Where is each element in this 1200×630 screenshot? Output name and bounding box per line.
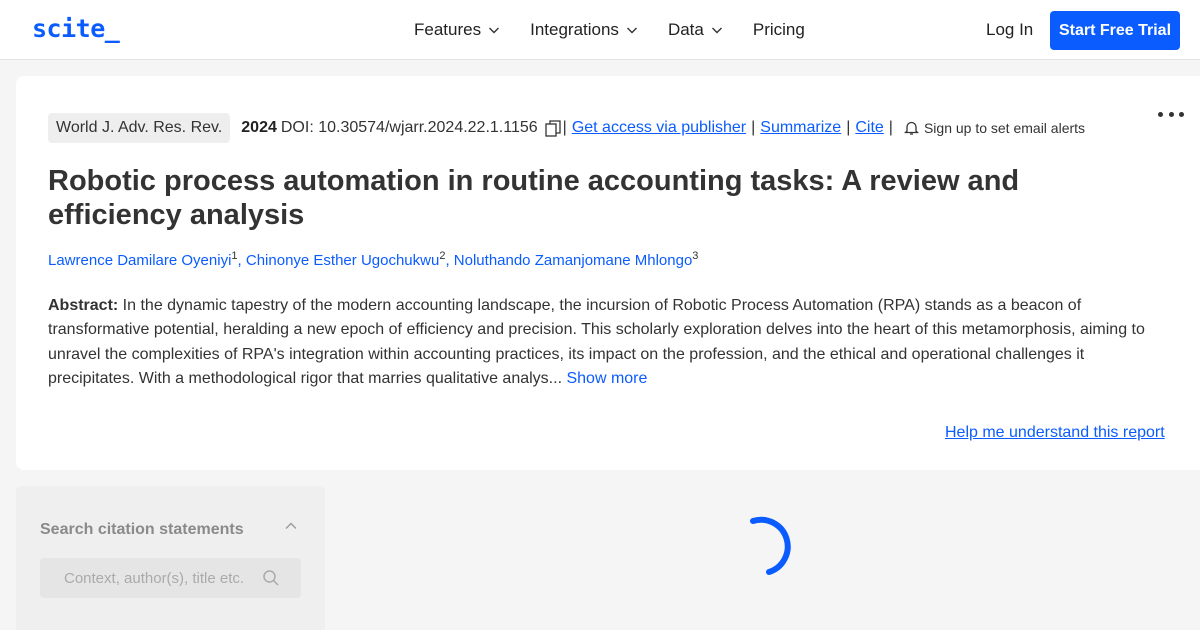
nav-item-label: Data bbox=[667, 20, 704, 39]
citation-search-box bbox=[40, 558, 301, 598]
separator: | bbox=[562, 119, 567, 136]
panel-title: Search citation statements bbox=[40, 521, 244, 538]
get-access-link[interactable]: Get access via publisher bbox=[572, 119, 746, 137]
separator: | bbox=[888, 119, 893, 136]
affiliation-number: 3 bbox=[692, 250, 699, 262]
doi-text: DOI: 10.30574/wjarr.2024.22.1.1156 bbox=[280, 119, 538, 136]
chevron-down-icon bbox=[626, 27, 637, 34]
main-menu: Features Integrations Data Pricing bbox=[414, 0, 835, 60]
chevron-up-icon[interactable] bbox=[284, 520, 298, 532]
nav-item-features[interactable]: Features bbox=[414, 20, 500, 40]
start-free-trial-button[interactable]: Start Free Trial bbox=[1050, 11, 1180, 50]
chevron-down-icon bbox=[489, 27, 500, 34]
separator: | bbox=[751, 119, 756, 136]
more-options-icon[interactable] bbox=[1158, 112, 1184, 118]
nav-item-label: Features bbox=[414, 20, 482, 39]
login-link[interactable]: Log In bbox=[986, 20, 1033, 40]
journal-badge: World J. Adv. Res. Rev. bbox=[48, 113, 231, 143]
author-link[interactable]: Lawrence Damilare Oyeniyi bbox=[48, 252, 231, 269]
author-separator: , bbox=[237, 252, 246, 269]
author-list: Lawrence Damilare Oyeniyi1, Chinonye Est… bbox=[48, 250, 698, 269]
article-meta: World J. Adv. Res. Rev. 2024 DOI: 10.305… bbox=[48, 113, 1085, 143]
loading-spinner-icon bbox=[750, 516, 791, 575]
publication-year: 2024 bbox=[241, 119, 277, 136]
email-alerts-link[interactable]: Sign up to set email alerts bbox=[924, 120, 1085, 136]
nav-item-label: Pricing bbox=[752, 20, 805, 39]
citation-search-panel: Search citation statements bbox=[16, 486, 325, 630]
nav-item-label: Integrations bbox=[530, 20, 619, 39]
article-card: World J. Adv. Res. Rev. 2024 DOI: 10.305… bbox=[16, 76, 1200, 470]
nav-item-pricing[interactable]: Pricing bbox=[753, 20, 805, 40]
scite-logo[interactable]: scite_ bbox=[32, 14, 120, 43]
article-title: Robotic process automation in routine ac… bbox=[48, 165, 1020, 231]
cite-link[interactable]: Cite bbox=[855, 119, 883, 137]
author-link[interactable]: Noluthando Zamanjomane Mhlongo bbox=[454, 252, 692, 269]
author-separator: , bbox=[445, 252, 454, 269]
chevron-down-icon bbox=[711, 27, 722, 34]
summarize-link[interactable]: Summarize bbox=[760, 119, 841, 137]
separator: | bbox=[846, 119, 851, 136]
author-link[interactable]: Chinonye Esther Ugochukwu bbox=[246, 252, 439, 269]
show-more-link[interactable]: Show more bbox=[566, 370, 647, 387]
copy-icon[interactable] bbox=[545, 119, 561, 137]
nav-item-data[interactable]: Data bbox=[668, 20, 723, 40]
top-navigation: scite_ Features Integrations Data Pricin… bbox=[0, 0, 1200, 60]
abstract: Abstract: In the dynamic tapestry of the… bbox=[48, 294, 1168, 391]
search-icon[interactable] bbox=[262, 569, 280, 587]
help-understand-link[interactable]: Help me understand this report bbox=[945, 424, 1165, 442]
bell-icon[interactable] bbox=[903, 120, 919, 136]
nav-item-integrations[interactable]: Integrations bbox=[530, 20, 638, 40]
abstract-label: Abstract: bbox=[48, 297, 119, 314]
